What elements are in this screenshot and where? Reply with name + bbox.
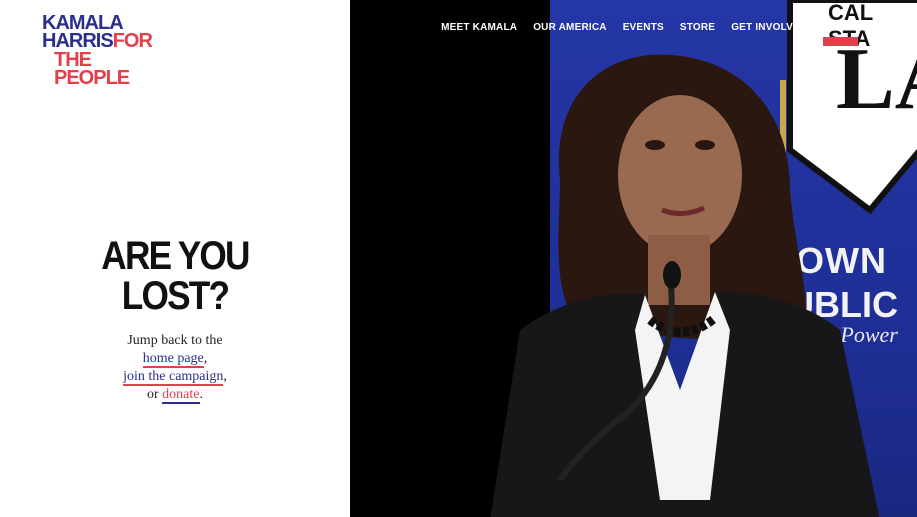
left-panel: KAMALA HARRISFOR THE PEOPLE ARE YOU LOST… xyxy=(0,0,350,517)
separator: , xyxy=(203,351,208,366)
or-text: or xyxy=(147,387,159,402)
logo-line-3: THE PEOPLE xyxy=(54,48,130,90)
donate-link[interactable]: donate xyxy=(162,387,200,404)
nav-donate-button[interactable]: DONATE xyxy=(823,22,866,46)
nav-donate-label: DONATE xyxy=(823,22,866,33)
home-page-link[interactable]: home page xyxy=(142,351,204,368)
page-title-line-2: LOST? xyxy=(121,274,230,318)
nav-item-events[interactable]: EVENTS xyxy=(623,22,664,39)
error-message: Jump back to the home page, join the cam… xyxy=(0,332,350,404)
speaker-image xyxy=(490,54,880,517)
nav-item-get-involved[interactable]: GET INVOLVED xyxy=(731,22,807,39)
page-title-line-1: ARE YOU xyxy=(101,234,250,278)
main-nav: MEET KAMALA OUR AMERICA EVENTS STORE GET… xyxy=(441,22,866,46)
logo-line-2b: FOR xyxy=(112,30,153,53)
page-title: ARE YOU LOST? xyxy=(21,236,329,316)
donate-underline-bar xyxy=(823,37,859,46)
hero-video: CAL STA LA BROWN UBLIC the Power MEET KA… xyxy=(350,0,917,517)
nav-item-our-america[interactable]: OUR AMERICA xyxy=(533,22,607,39)
nav-item-meet-kamala[interactable]: MEET KAMALA xyxy=(441,22,517,39)
separator: , xyxy=(223,369,227,384)
campaign-logo[interactable]: KAMALA HARRISFOR THE PEOPLE xyxy=(42,13,153,90)
nav-item-store[interactable]: STORE xyxy=(680,22,715,39)
join-campaign-link[interactable]: join the campaign xyxy=(123,369,224,386)
period: . xyxy=(199,387,204,402)
intro-text: Jump back to the xyxy=(127,333,223,348)
